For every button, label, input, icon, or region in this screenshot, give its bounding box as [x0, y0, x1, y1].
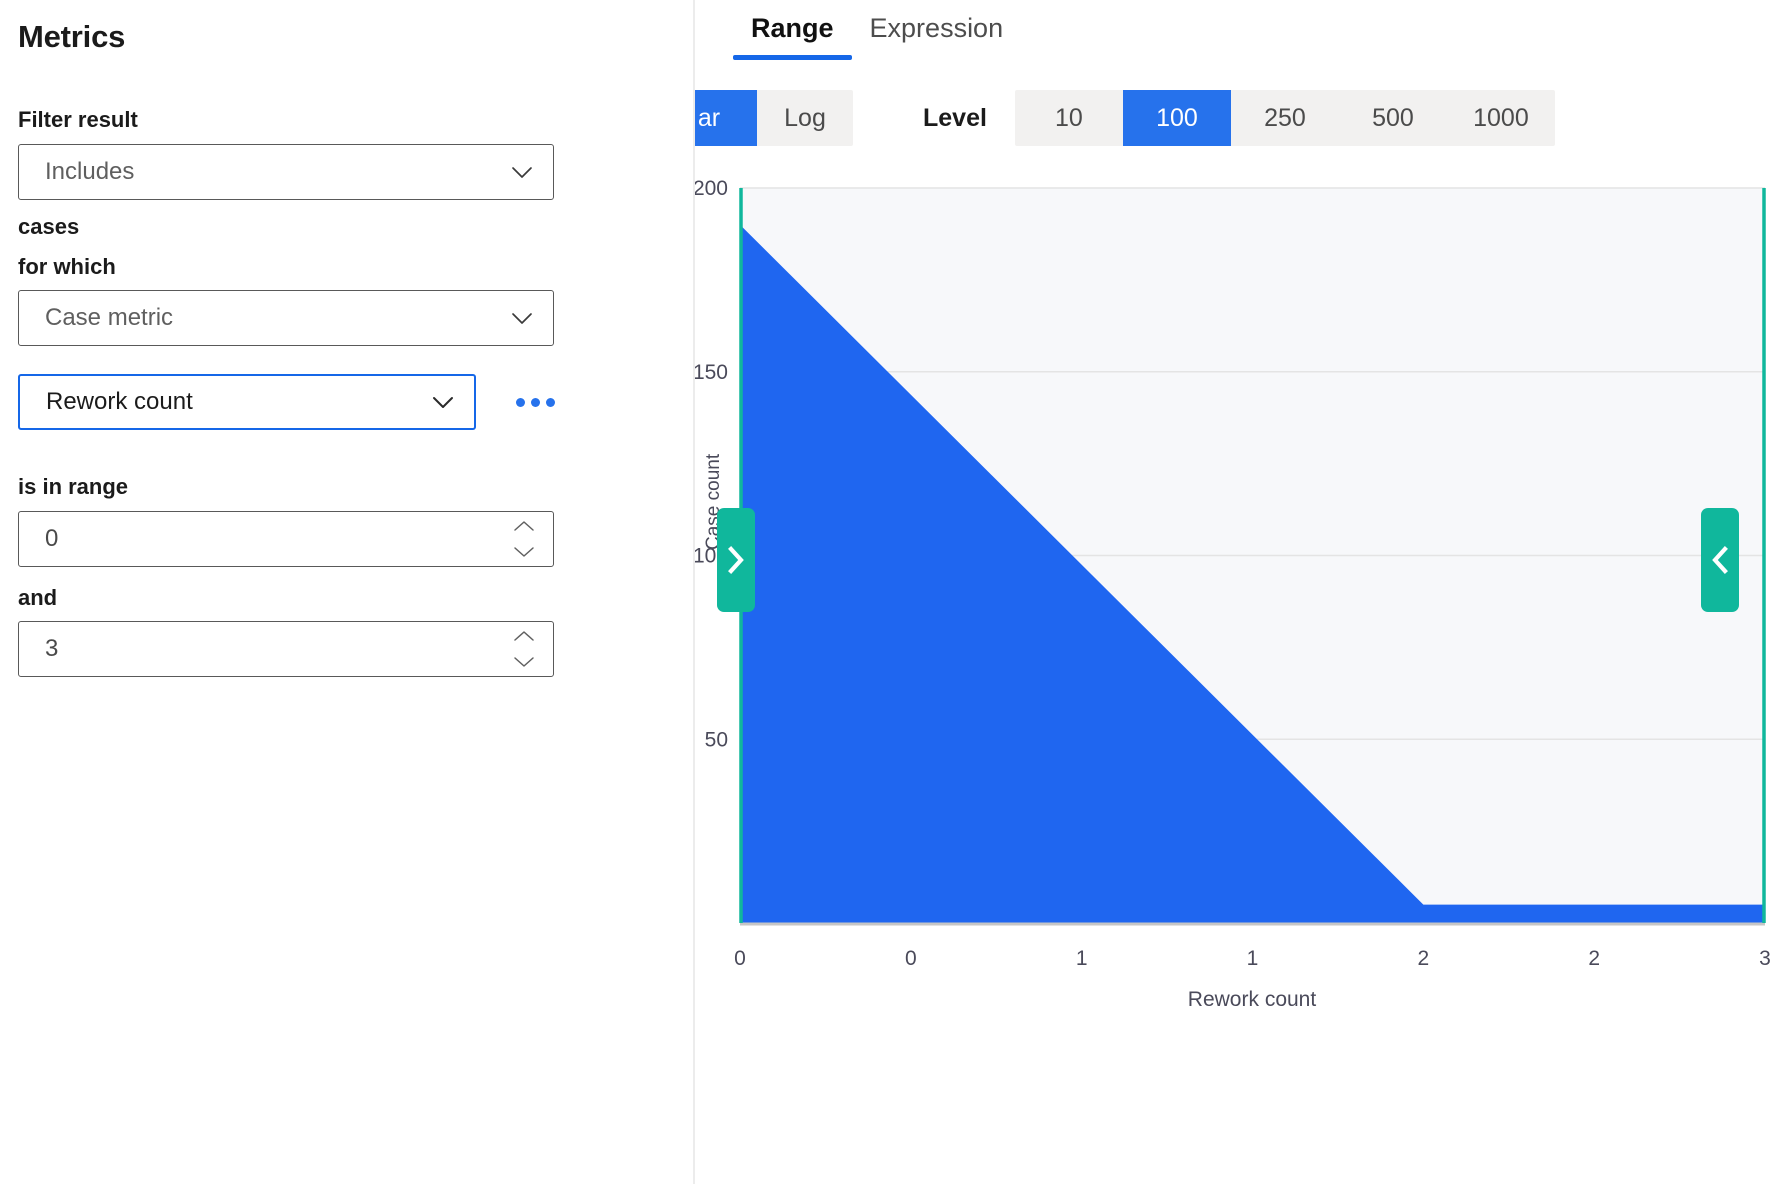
- x-axis-title: Rework count: [1188, 988, 1317, 1011]
- range-to-value: 3: [45, 637, 58, 661]
- level-label: Level: [923, 102, 987, 135]
- case-metric-select[interactable]: Case metric: [18, 290, 554, 346]
- stepper-down-button[interactable]: [507, 542, 541, 562]
- for-which-label: for which: [18, 254, 640, 280]
- filter-result-value: Includes: [45, 160, 509, 184]
- range-from-value: 0: [45, 527, 58, 551]
- scale-option-log[interactable]: Log: [757, 90, 853, 147]
- range-slider-right-handle[interactable]: [1701, 508, 1739, 612]
- svg-text:2: 2: [1417, 947, 1429, 970]
- ellipsis-dot-icon: [546, 398, 555, 407]
- range-from-stepper: [507, 512, 541, 566]
- scale-option-linear[interactable]: ar: [695, 90, 757, 147]
- and-label: and: [18, 585, 640, 611]
- tab-bar: Range Expression: [695, 0, 1790, 60]
- x-tick-labels: 0 0 1 1 2 2 3: [734, 947, 1771, 970]
- metric-select[interactable]: Rework count: [18, 374, 476, 430]
- svg-text:0: 0: [905, 947, 917, 970]
- chevron-left-icon: [1709, 545, 1731, 575]
- chart-canvas: 50 1 0 0 150 200 0 0 1 1 2 2 3 Rework count: [695, 178, 1790, 1048]
- range-from-input[interactable]: 0: [18, 511, 554, 567]
- stepper-up-button[interactable]: [507, 626, 541, 646]
- chevron-down-icon: [430, 389, 456, 415]
- svg-text:3: 3: [1759, 947, 1771, 970]
- level-option-100[interactable]: 100: [1123, 90, 1231, 147]
- svg-text:1: 1: [1247, 947, 1259, 970]
- range-slider-left-handle[interactable]: [717, 508, 755, 612]
- stepper-down-button[interactable]: [507, 652, 541, 672]
- cases-label: cases: [18, 214, 640, 240]
- ellipsis-dot-icon: [531, 398, 540, 407]
- level-option-500[interactable]: 500: [1339, 90, 1447, 147]
- svg-text:2: 2: [1588, 947, 1600, 970]
- svg-text:1: 1: [1076, 947, 1088, 970]
- tab-range[interactable]: Range: [733, 8, 852, 60]
- level-toggle-group: 10 100 250 500 1000: [1015, 90, 1555, 147]
- left-metrics-panel: Metrics Filter result Includes cases for…: [0, 0, 695, 1184]
- range-to-input[interactable]: 3: [18, 621, 554, 677]
- range-to-stepper: [507, 622, 541, 676]
- svg-text:200: 200: [695, 178, 728, 200]
- is-in-range-label: is in range: [18, 474, 640, 500]
- stepper-up-button[interactable]: [507, 516, 541, 536]
- scale-toggle-group: ar Log: [695, 90, 853, 147]
- chevron-down-icon: [509, 159, 535, 185]
- level-option-250[interactable]: 250: [1231, 90, 1339, 147]
- filter-result-select[interactable]: Includes: [18, 144, 554, 200]
- ellipsis-dot-icon: [516, 398, 525, 407]
- svg-text:50: 50: [705, 729, 728, 752]
- level-option-1000[interactable]: 1000: [1447, 90, 1555, 147]
- svg-text:150: 150: [695, 361, 728, 384]
- more-options-button[interactable]: [512, 390, 559, 415]
- range-area-chart: 50100150200 0011223 Rework count Case co…: [695, 178, 1790, 1048]
- tab-expression[interactable]: Expression: [852, 8, 1022, 60]
- svg-text:0: 0: [734, 947, 746, 970]
- right-range-panel: Range Expression ar Log Level 10 100 250…: [695, 0, 1790, 1184]
- chevron-right-icon: [725, 545, 747, 575]
- chart-controls: ar Log Level 10 100 250 500 1000: [695, 90, 1790, 147]
- metrics-filter-screen: Metrics Filter result Includes cases for…: [0, 0, 1790, 1184]
- level-option-10[interactable]: 10: [1015, 90, 1123, 147]
- metric-row: Rework count: [18, 374, 640, 430]
- metric-value: Rework count: [46, 390, 430, 414]
- case-metric-value: Case metric: [45, 306, 509, 330]
- page-title: Metrics: [18, 18, 640, 55]
- filter-result-label: Filter result: [18, 107, 640, 133]
- chevron-down-icon: [509, 305, 535, 331]
